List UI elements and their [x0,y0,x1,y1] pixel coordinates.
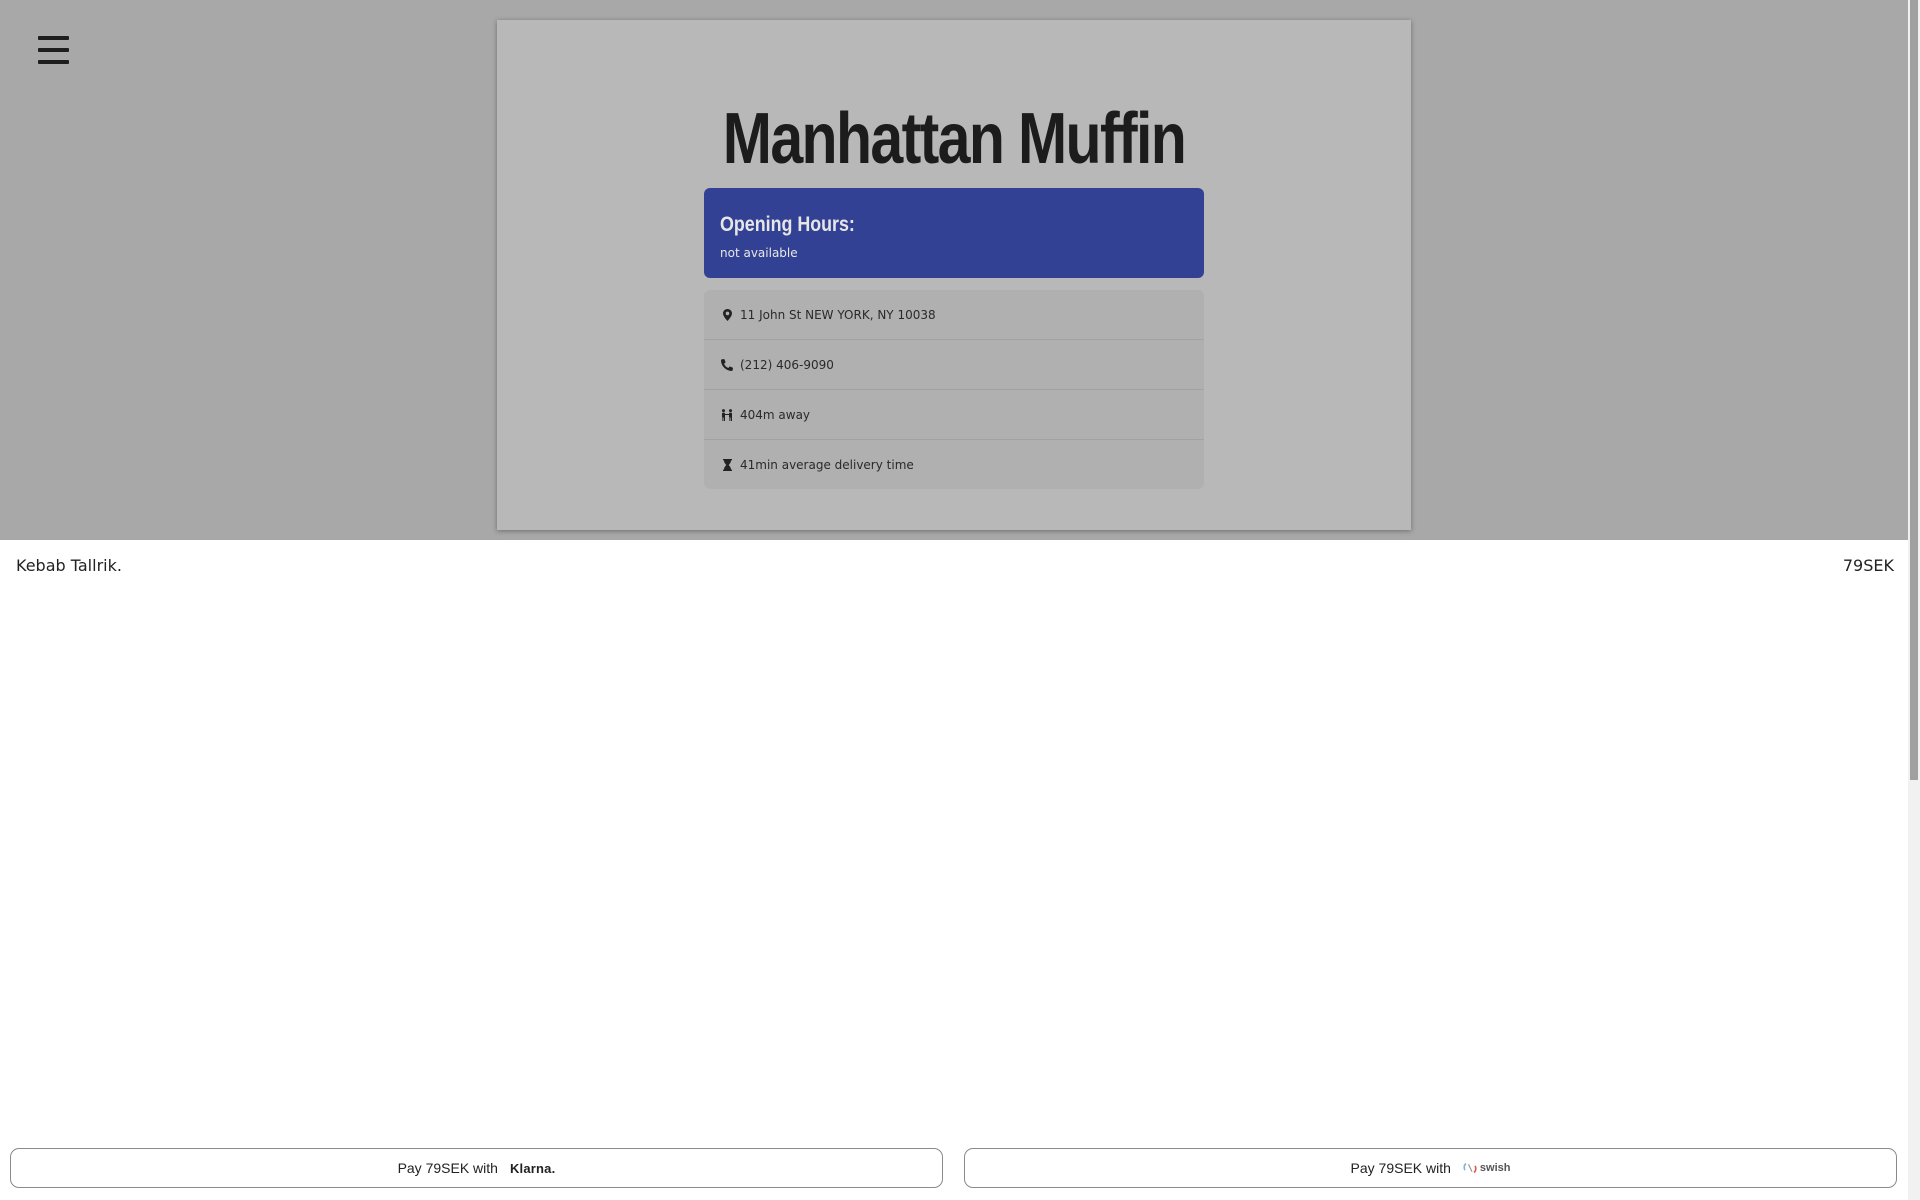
klarna-button-label: Pay 79SEK with [397,1160,498,1176]
swish-logo-icon: swish [1463,1162,1511,1174]
phone-row[interactable]: (212) 406-9090 [704,340,1204,390]
address-row: 11 John St NEW YORK, NY 10038 [704,290,1204,340]
phone-icon [720,358,734,372]
restaurant-header: Manhattan Muffin Opening Hours: not avai… [0,0,1908,540]
opening-hours-status: not available [720,246,798,260]
hourglass-icon [720,458,734,472]
pay-with-klarna-button[interactable]: Pay 79SEK with Klarna. [10,1148,943,1188]
order-item-row: Kebab Tallrik. 79SEK [16,556,1894,575]
hamburger-menu-icon[interactable] [38,36,69,64]
distance-row: 404m away [704,390,1204,440]
delivery-time-row: 41min average delivery time [704,440,1204,489]
delivery-time-text: 41min average delivery time [740,457,914,472]
opening-hours-title: Opening Hours: [720,213,855,236]
order-item-price: 79SEK [1842,556,1894,575]
distance-text: 404m away [740,407,811,422]
phone-text: (212) 406-9090 [740,357,834,372]
restaurant-name: Manhattan Muffin [722,99,1187,179]
page-scrollbar[interactable] [1908,0,1920,1200]
swish-button-label: Pay 79SEK with [1350,1160,1451,1176]
swish-brand-text: swish [1479,1162,1511,1174]
pay-with-swish-button[interactable]: Pay 79SEK with swish [964,1148,1897,1188]
scrollbar-thumb[interactable] [1910,0,1918,780]
walking-people-icon [720,408,734,422]
address-text: 11 John St NEW YORK, NY 10038 [740,307,936,322]
restaurant-info-list: 11 John St NEW YORK, NY 10038 (212) 406-… [704,290,1204,489]
order-item-name: Kebab Tallrik. [16,556,122,575]
klarna-logo-icon: Klarna. [509,1160,556,1176]
map-marker-icon [720,308,734,322]
opening-hours-panel: Opening Hours: not available [704,188,1204,278]
restaurant-card: Manhattan Muffin Opening Hours: not avai… [497,20,1411,530]
